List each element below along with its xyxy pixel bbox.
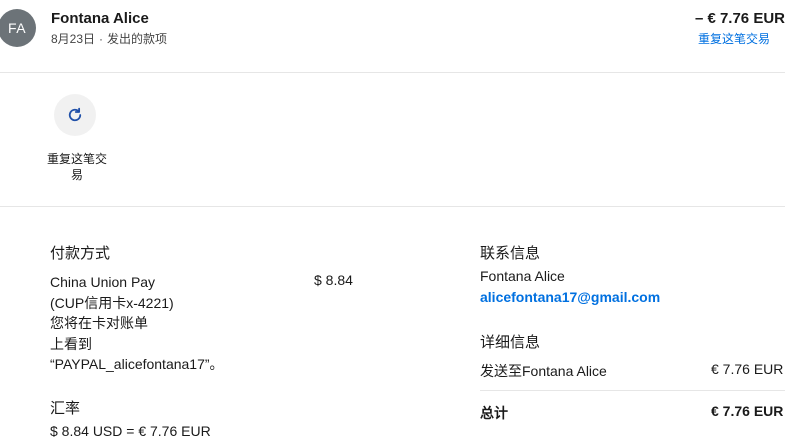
contact-name: Fontana Alice — [480, 268, 565, 284]
transaction-date: 8月23日 — [51, 32, 96, 46]
total-amount: € 7.76 EUR — [711, 403, 784, 419]
sent-to-amount: € 7.76 EUR — [711, 361, 784, 377]
avatar: FA — [0, 9, 36, 47]
payment-method-line: “PAYPAL_alicefontana17”。 — [50, 356, 224, 372]
actions-section: 重复这笔交易 — [0, 72, 785, 207]
sent-to-label: 发送至Fontana Alice — [480, 363, 607, 379]
details-divider — [480, 390, 785, 391]
payment-method-line: China Union Pay — [50, 274, 156, 290]
transaction-details-page: FA Fontana Alice 8月23日 · 发出的款项 – € 7.76 EU… — [0, 0, 785, 437]
transaction-subline: 8月23日 · 发出的款项 — [51, 30, 167, 47]
payment-method-line: 您将在卡对账单 — [50, 315, 148, 331]
repeat-transaction-link[interactable]: 重复这笔交易 — [698, 30, 770, 47]
exchange-rate-title: 汇率 — [50, 400, 81, 417]
transaction-amount: – € 7.76 EUR — [694, 10, 785, 27]
total-label: 总计 — [480, 405, 508, 421]
repeat-transaction-label: 重复这笔交易 — [46, 152, 107, 182]
contact-info-title: 联系信息 — [480, 245, 541, 262]
separator-dot: · — [99, 32, 104, 46]
contact-email-link[interactable]: alicefontana17@gmail.com — [480, 289, 660, 305]
payment-method-details: China Union Pay (CUP信用卡x-4221) 您将在卡对账单 上… — [50, 272, 280, 375]
details-title: 详细信息 — [480, 334, 541, 351]
counterparty-name: Fontana Alice — [51, 10, 149, 27]
payment-method-title: 付款方式 — [50, 245, 111, 262]
payment-amount: $ 8.84 — [314, 272, 353, 288]
refresh-icon — [68, 107, 82, 122]
repeat-transaction-button[interactable] — [54, 94, 96, 136]
transaction-header: FA Fontana Alice 8月23日 · 发出的款项 – € 7.76 EU… — [0, 0, 785, 73]
payment-method-line: (CUP信用卡x-4221) — [50, 294, 174, 311]
payment-method-line: 上看到 — [50, 335, 92, 352]
exchange-rate-value: $ 8.84 USD = € 7.76 EUR — [50, 423, 211, 437]
transaction-type: 发出的款项 — [107, 32, 168, 46]
